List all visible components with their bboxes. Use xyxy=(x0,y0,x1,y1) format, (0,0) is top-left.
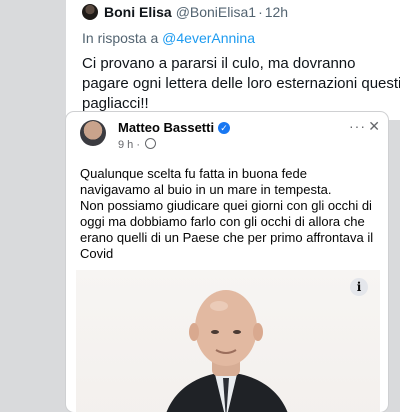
post-author: Matteo Bassetti ✓ xyxy=(118,120,231,135)
tweet-time[interactable]: 12h xyxy=(265,4,288,20)
avatar[interactable] xyxy=(80,120,106,146)
info-icon[interactable]: i xyxy=(350,278,368,296)
post-author-name[interactable]: Matteo Bassetti xyxy=(118,120,214,135)
portrait-image xyxy=(166,290,288,412)
post-paragraph-1: Qualunque scelta fu fatta in buona fede … xyxy=(80,166,332,197)
post-photo[interactable]: i xyxy=(76,270,380,412)
verified-badge-icon: ✓ xyxy=(218,121,231,134)
avatar[interactable] xyxy=(82,4,98,20)
reply-mention-link[interactable]: @4everAnnina xyxy=(162,30,255,46)
close-icon[interactable]: ✕ xyxy=(368,118,380,135)
author-handle[interactable]: @BoniElisa1 xyxy=(176,4,256,20)
tweet-card[interactable]: Boni Elisa @BoniElisa1 · 12h In risposta… xyxy=(66,0,400,120)
post-time[interactable]: 9 h · xyxy=(118,139,140,151)
tweet-text: Ci provano a pararsi il culo, ma dovrann… xyxy=(82,55,400,112)
post-meta: 9 h · xyxy=(118,138,157,151)
separator-dot: · xyxy=(258,4,263,20)
globe-icon xyxy=(145,138,157,149)
post-text: Qualunque scelta fu fatta in buona fede … xyxy=(80,166,380,262)
reply-prefix: In risposta a xyxy=(82,30,159,46)
more-icon[interactable]: ··· xyxy=(349,118,366,134)
tweet-header: Boni Elisa @BoniElisa1 · 12h xyxy=(82,2,288,22)
quoted-post-card[interactable]: Matteo Bassetti ✓ 9 h · ··· ✕ Qualunque … xyxy=(66,112,388,412)
author-name[interactable]: Boni Elisa xyxy=(104,4,172,20)
post-paragraph-2: Non possiamo giudicare quei giorni con g… xyxy=(80,198,374,261)
reply-context: In risposta a @4everAnnina xyxy=(82,30,255,46)
